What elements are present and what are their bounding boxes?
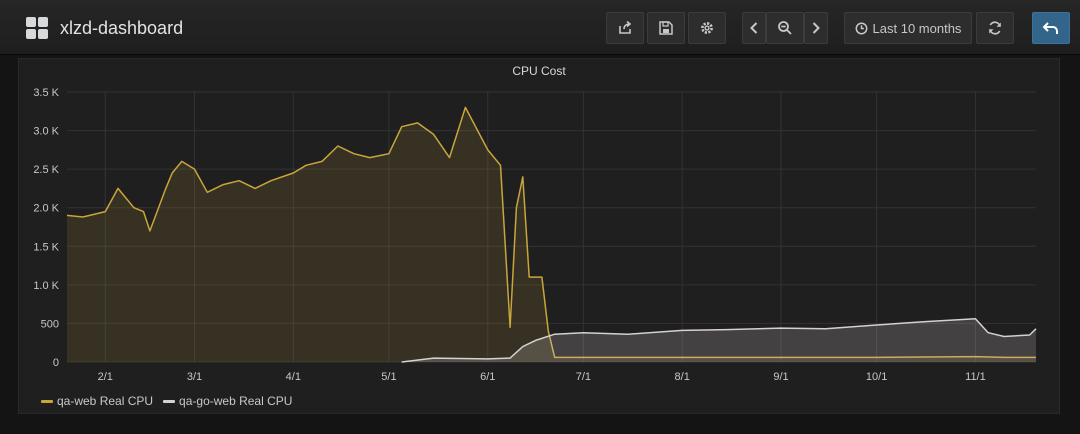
x-tick-label: 6/1 — [480, 371, 495, 383]
zoom-out-button[interactable] — [766, 12, 804, 44]
legend-swatch-qa-web — [41, 399, 53, 403]
zoom-out-icon — [778, 21, 792, 35]
save-icon — [659, 21, 673, 35]
settings-icon — [701, 22, 713, 34]
refresh-icon — [989, 21, 1001, 35]
y-tick-label: 2.5 K — [33, 164, 59, 176]
chart-legend: qa-web Real CPU qa-go-web Real CPU — [41, 394, 292, 408]
back-arrow-icon — [1042, 22, 1058, 34]
y-tick-label: 1.0 K — [33, 280, 59, 292]
time-range-label: Last 10 months — [872, 20, 962, 36]
x-tick-label: 5/1 — [381, 371, 396, 383]
y-tick-label: 3.5 K — [33, 87, 59, 99]
x-tick-label: 10/1 — [866, 371, 887, 383]
y-tick-label: 3.0 K — [33, 126, 59, 138]
x-tick-label: 9/1 — [773, 371, 788, 383]
clock-icon — [855, 22, 867, 34]
x-tick-label: 4/1 — [286, 371, 301, 383]
zoom-forward-button[interactable] — [804, 12, 828, 44]
back-to-dashboard-button[interactable] — [1032, 12, 1070, 44]
y-tick-label: 500 — [41, 318, 59, 330]
x-tick-label: 7/1 — [576, 371, 591, 383]
x-tick-label: 2/1 — [98, 371, 113, 383]
zoom-forward-icon — [812, 22, 820, 34]
y-tick-label: 1.5 K — [33, 241, 59, 253]
x-tick-label: 11/1 — [965, 371, 986, 383]
x-tick-label: 3/1 — [187, 371, 202, 383]
share-icon — [619, 20, 632, 34]
zoom-back-button[interactable] — [742, 12, 766, 44]
legend-item-qa-go-web[interactable]: qa-go-web Real CPU — [163, 394, 292, 408]
share-button[interactable] — [606, 12, 644, 44]
zoom-back-icon — [750, 22, 758, 34]
y-tick-label: 2.0 K — [33, 203, 59, 215]
cpu-cost-chart: 0 500 1.0 K 1.5 K 2.0 K 2.5 K 3.0 K 3.5 K 2/1 3/1… — [33, 87, 1037, 383]
y-tick-label: 0 — [53, 357, 59, 369]
legend-item-qa-web[interactable]: qa-web Real CPU — [41, 394, 153, 408]
cpu-cost-panel: CPU Cost 0 500 1.0 K 1.5 K 2.0 K 2.5 K 3.0 K 3.… — [18, 58, 1060, 414]
refresh-button[interactable] — [976, 12, 1014, 44]
settings-button[interactable] — [688, 12, 726, 44]
time-range-picker[interactable]: Last 10 months — [844, 12, 972, 44]
x-tick-label: 8/1 — [675, 371, 690, 383]
dashboard-title[interactable]: xlzd-dashboard — [60, 17, 183, 39]
legend-label-qa-web: qa-web Real CPU — [57, 394, 154, 408]
save-button[interactable] — [647, 12, 685, 44]
top-navbar: xlzd-dashboard Last 10 months — [0, 0, 1080, 55]
legend-swatch-qa-go-web — [163, 399, 176, 403]
legend-label-qa-go-web: qa-go-web Real CPU — [179, 394, 293, 408]
apps-icon[interactable] — [26, 17, 48, 39]
